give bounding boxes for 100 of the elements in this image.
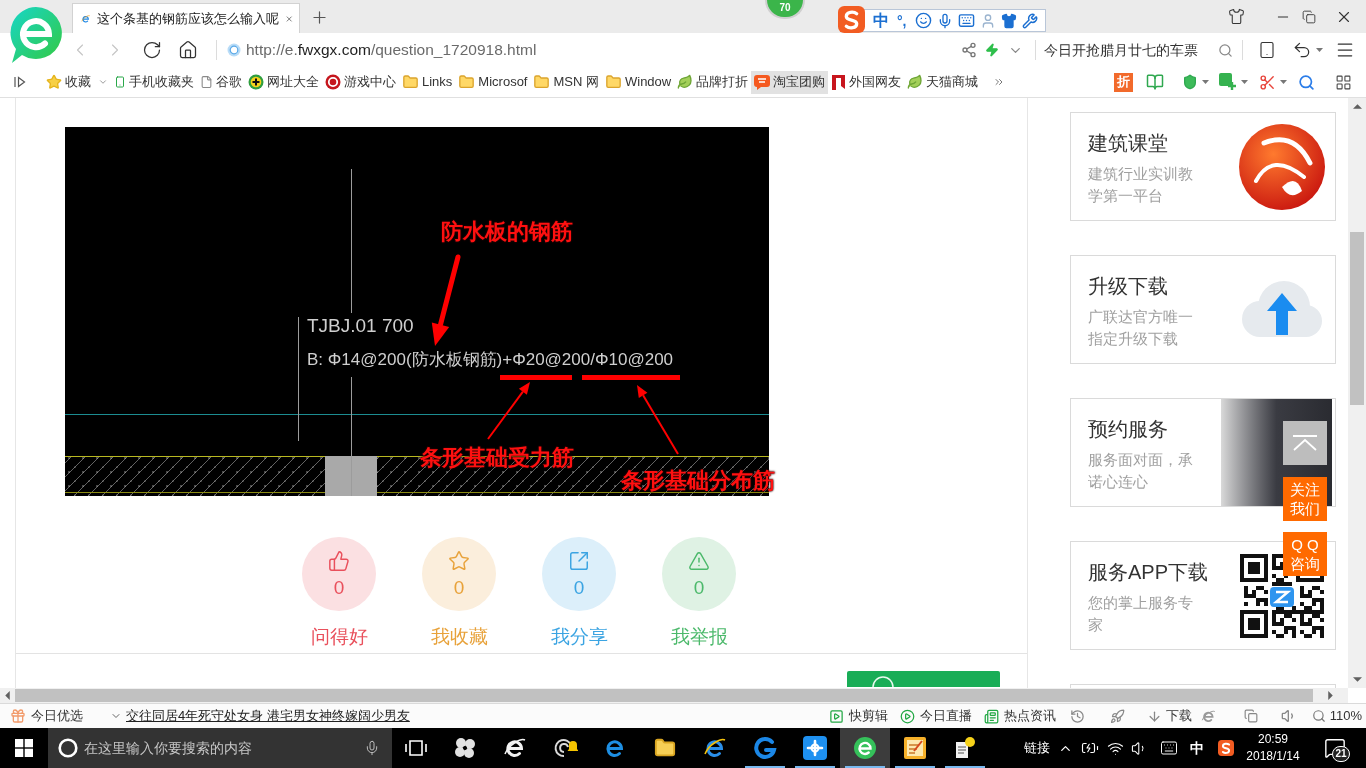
sidebar-toggle-icon[interactable] xyxy=(14,76,26,88)
e-logo-icon[interactable] xyxy=(853,736,877,760)
address-field[interactable]: http://e.fwxgx.com/question_1720918.html xyxy=(246,38,537,62)
windows-logo-icon[interactable] xyxy=(15,739,33,757)
refresh-icon[interactable] xyxy=(142,40,162,60)
scroll-left-icon[interactable] xyxy=(3,691,12,700)
leaf-icon xyxy=(907,74,924,90)
folder-icon xyxy=(605,74,622,90)
help-document-icon[interactable] xyxy=(954,736,976,760)
scroll-up-icon[interactable] xyxy=(1352,102,1362,111)
window-icon[interactable] xyxy=(1243,709,1258,723)
caret-icon[interactable] xyxy=(1280,80,1287,84)
search-icon xyxy=(1311,709,1326,723)
rebar-spec-text: B: Φ14@200(防水板钢筋)+Φ20@200/Φ10@200 xyxy=(307,349,674,371)
e-logo-icon[interactable] xyxy=(503,736,527,760)
caret-icon[interactable] xyxy=(1202,80,1209,84)
tool-button[interactable]: 今日直播 xyxy=(899,706,972,726)
promo-card[interactable]: 升级下载 广联达官方唯一指定升级下载 xyxy=(1070,255,1336,364)
phone-icon xyxy=(114,74,126,90)
card-subtitle: 您的掌上服务专家 xyxy=(1088,593,1194,635)
bookmark-item[interactable]: Window xyxy=(602,70,675,94)
bookmark-item[interactable]: 天猫商城 xyxy=(904,70,982,94)
taskbar-app-button[interactable] xyxy=(840,728,890,768)
speech-bubble-icon xyxy=(754,74,771,90)
share-icon[interactable] xyxy=(961,42,977,58)
column-block xyxy=(325,456,377,496)
keyboard-icon[interactable] xyxy=(1158,739,1180,757)
grid-icon[interactable] xyxy=(1335,73,1352,91)
warning-icon xyxy=(688,550,710,572)
g-logo-icon[interactable] xyxy=(753,736,777,760)
zoom-button[interactable]: 110% xyxy=(1311,706,1362,726)
bookmark-item[interactable]: 游戏中心 xyxy=(322,70,399,94)
bookmark-item[interactable]: 网址大全 xyxy=(245,70,322,94)
taskbar-search-field[interactable]: 在这里输入你要搜索的内容 xyxy=(48,728,392,768)
picks-button[interactable]: 今日优选 xyxy=(10,706,83,726)
s-logo-icon[interactable] xyxy=(1218,740,1234,756)
gift-icon xyxy=(10,708,26,724)
annotation-label: 防水板的钢筋 xyxy=(441,218,573,244)
banner-icon xyxy=(831,74,847,90)
search-field[interactable]: 今日开抢腊月廿七的车票 xyxy=(1044,39,1214,61)
flame-logo-icon xyxy=(1238,122,1326,211)
new-tab-icon[interactable] xyxy=(310,8,329,27)
card-title: 服务APP下载 xyxy=(1088,560,1209,585)
headline-link[interactable]: 交往同居4年死守处女身 港宅男女神终嫁阔少男友 xyxy=(126,706,410,726)
app-tile-icon[interactable] xyxy=(803,736,827,760)
tile-plus-icon[interactable] xyxy=(1219,73,1237,91)
punctuation-toggle[interactable]: °, xyxy=(897,10,907,31)
book-icon[interactable] xyxy=(1146,73,1164,91)
e-logo-icon[interactable] xyxy=(703,736,727,760)
ring-icon xyxy=(58,738,78,758)
shield-icon[interactable] xyxy=(1182,73,1198,91)
task-view-icon[interactable] xyxy=(405,739,427,757)
download-button[interactable]: 下载 xyxy=(1146,706,1192,726)
tool-button[interactable]: 热点资讯 xyxy=(983,706,1056,726)
smiley-icon[interactable] xyxy=(914,12,932,29)
shirt-icon[interactable] xyxy=(1000,12,1017,29)
folder-icon[interactable] xyxy=(653,737,677,759)
restore-icon[interactable] xyxy=(1302,9,1316,24)
microphone-icon[interactable] xyxy=(364,740,380,756)
search-icon[interactable] xyxy=(1298,73,1315,91)
wrench-icon[interactable] xyxy=(1021,12,1038,29)
home-icon[interactable] xyxy=(178,40,198,60)
scrollbar-thumb[interactable] xyxy=(1350,232,1364,405)
scroll-right-icon[interactable] xyxy=(1326,691,1335,700)
bookmark-item[interactable]: Links xyxy=(399,70,456,94)
ime-indicator[interactable]: 中 xyxy=(1190,737,1204,759)
bookmark-item[interactable]: 淘宝团购 xyxy=(751,70,829,94)
notepad-icon[interactable] xyxy=(903,736,927,760)
scissors-icon[interactable] xyxy=(1259,73,1276,91)
tablet-icon[interactable] xyxy=(1258,40,1276,60)
clock-date[interactable]: 2018/1/14 xyxy=(1246,748,1300,765)
rocket-icon[interactable] xyxy=(1109,708,1125,724)
bookmark-item[interactable]: 谷歌 xyxy=(197,70,245,94)
search-icon[interactable] xyxy=(1218,42,1233,58)
scroll-down-icon[interactable] xyxy=(1352,675,1362,684)
pinwheel-icon[interactable] xyxy=(453,736,477,760)
bookmark-item[interactable]: 外国网友 xyxy=(828,70,905,94)
caret-icon[interactable] xyxy=(1241,80,1248,84)
undo-icon[interactable] xyxy=(1292,40,1312,60)
promo-card[interactable]: 建筑课堂 建筑行业实训教学第一平台 xyxy=(1070,112,1336,221)
caret-icon[interactable] xyxy=(1316,48,1323,52)
bookmark-item[interactable]: 手机收藏夹 xyxy=(111,70,197,94)
tool-button[interactable]: 快剪辑 xyxy=(828,706,888,726)
vertical-scrollbar[interactable] xyxy=(1348,98,1366,688)
horizontal-scrollbar[interactable] xyxy=(0,688,1366,703)
bookmark-item[interactable]: MSN 网 xyxy=(530,70,602,94)
link-label[interactable]: 链接 xyxy=(1024,738,1050,758)
shirt-icon[interactable] xyxy=(1228,8,1245,25)
ime-mode[interactable]: 中 xyxy=(873,10,889,31)
scrollbar-thumb[interactable] xyxy=(15,689,1313,702)
play-circle-icon xyxy=(899,708,915,724)
clock-time[interactable]: 20:59 xyxy=(1258,731,1288,748)
bookmark-item[interactable]: Microsof xyxy=(455,70,531,94)
swirl-bell-icon[interactable] xyxy=(552,736,578,760)
folder-icon xyxy=(533,74,551,90)
clock-arrow-icon[interactable] xyxy=(1069,708,1085,724)
bookmark-item[interactable]: 收藏 xyxy=(43,70,111,94)
underline-mark xyxy=(500,375,572,380)
bookmark-item[interactable]: 品牌打折 xyxy=(674,70,752,94)
action-label[interactable]: 问得好 xyxy=(310,625,368,649)
